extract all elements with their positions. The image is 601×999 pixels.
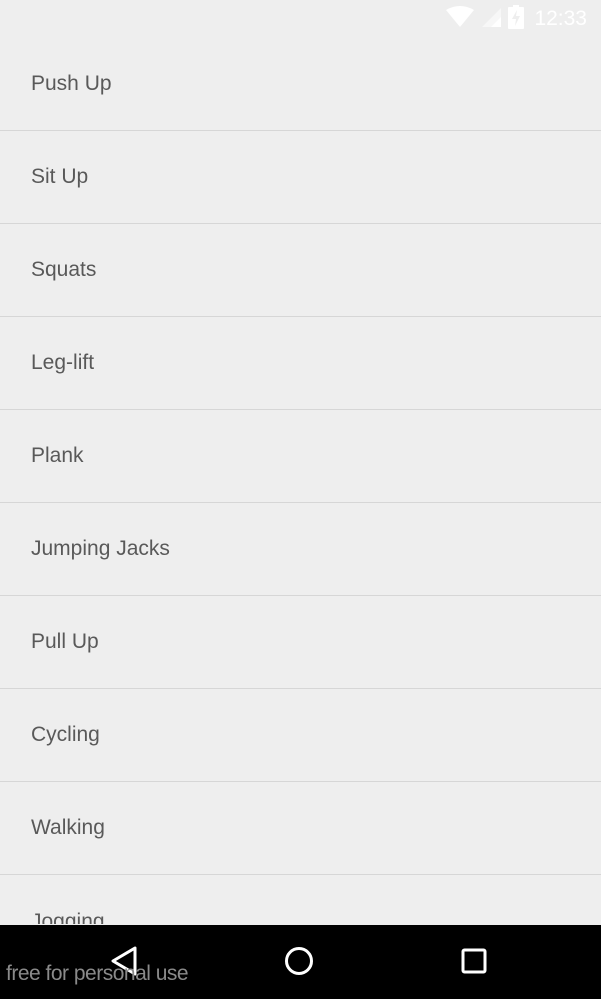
list-item-label: Sit Up	[31, 165, 89, 188]
list-item[interactable]: Jogging	[0, 875, 601, 924]
list-item[interactable]: Pull Up	[0, 596, 601, 689]
battery-charging-icon	[508, 4, 525, 34]
status-time: 12:33	[534, 7, 587, 30]
list-item-label: Walking	[31, 816, 105, 839]
list-item[interactable]: Plank	[0, 410, 601, 503]
list-item-label: Plank	[31, 444, 84, 467]
status-icons: 12:33	[446, 4, 587, 34]
wifi-icon	[446, 5, 475, 33]
list-item[interactable]: Leg-lift	[0, 317, 601, 410]
exercise-list: Push Up Sit Up Squats Leg-lift Plank Jum…	[0, 38, 601, 925]
list-item[interactable]: Jumping Jacks	[0, 503, 601, 596]
list-item-label: Pull Up	[31, 630, 99, 653]
list-item[interactable]: Squats	[0, 224, 601, 317]
list-item[interactable]: Push Up	[0, 38, 601, 131]
status-bar: 12:33	[0, 0, 601, 38]
list-item[interactable]: Sit Up	[0, 131, 601, 224]
home-icon	[284, 946, 314, 981]
list-item-label: Squats	[31, 258, 97, 281]
list-item-label: Cycling	[31, 723, 100, 746]
signal-icon	[480, 6, 502, 33]
list-item-label: Leg-lift	[31, 351, 95, 374]
list-item[interactable]: Cycling	[0, 689, 601, 782]
list-item-label: Jumping Jacks	[31, 537, 170, 560]
recents-button[interactable]	[454, 943, 494, 983]
recents-icon	[460, 947, 488, 980]
home-button[interactable]	[279, 943, 319, 983]
list-item[interactable]: Walking	[0, 782, 601, 875]
list-item-label: Push Up	[31, 72, 112, 95]
watermark-text: free for personal use	[6, 962, 189, 985]
list-item-label: Jogging	[31, 910, 105, 924]
